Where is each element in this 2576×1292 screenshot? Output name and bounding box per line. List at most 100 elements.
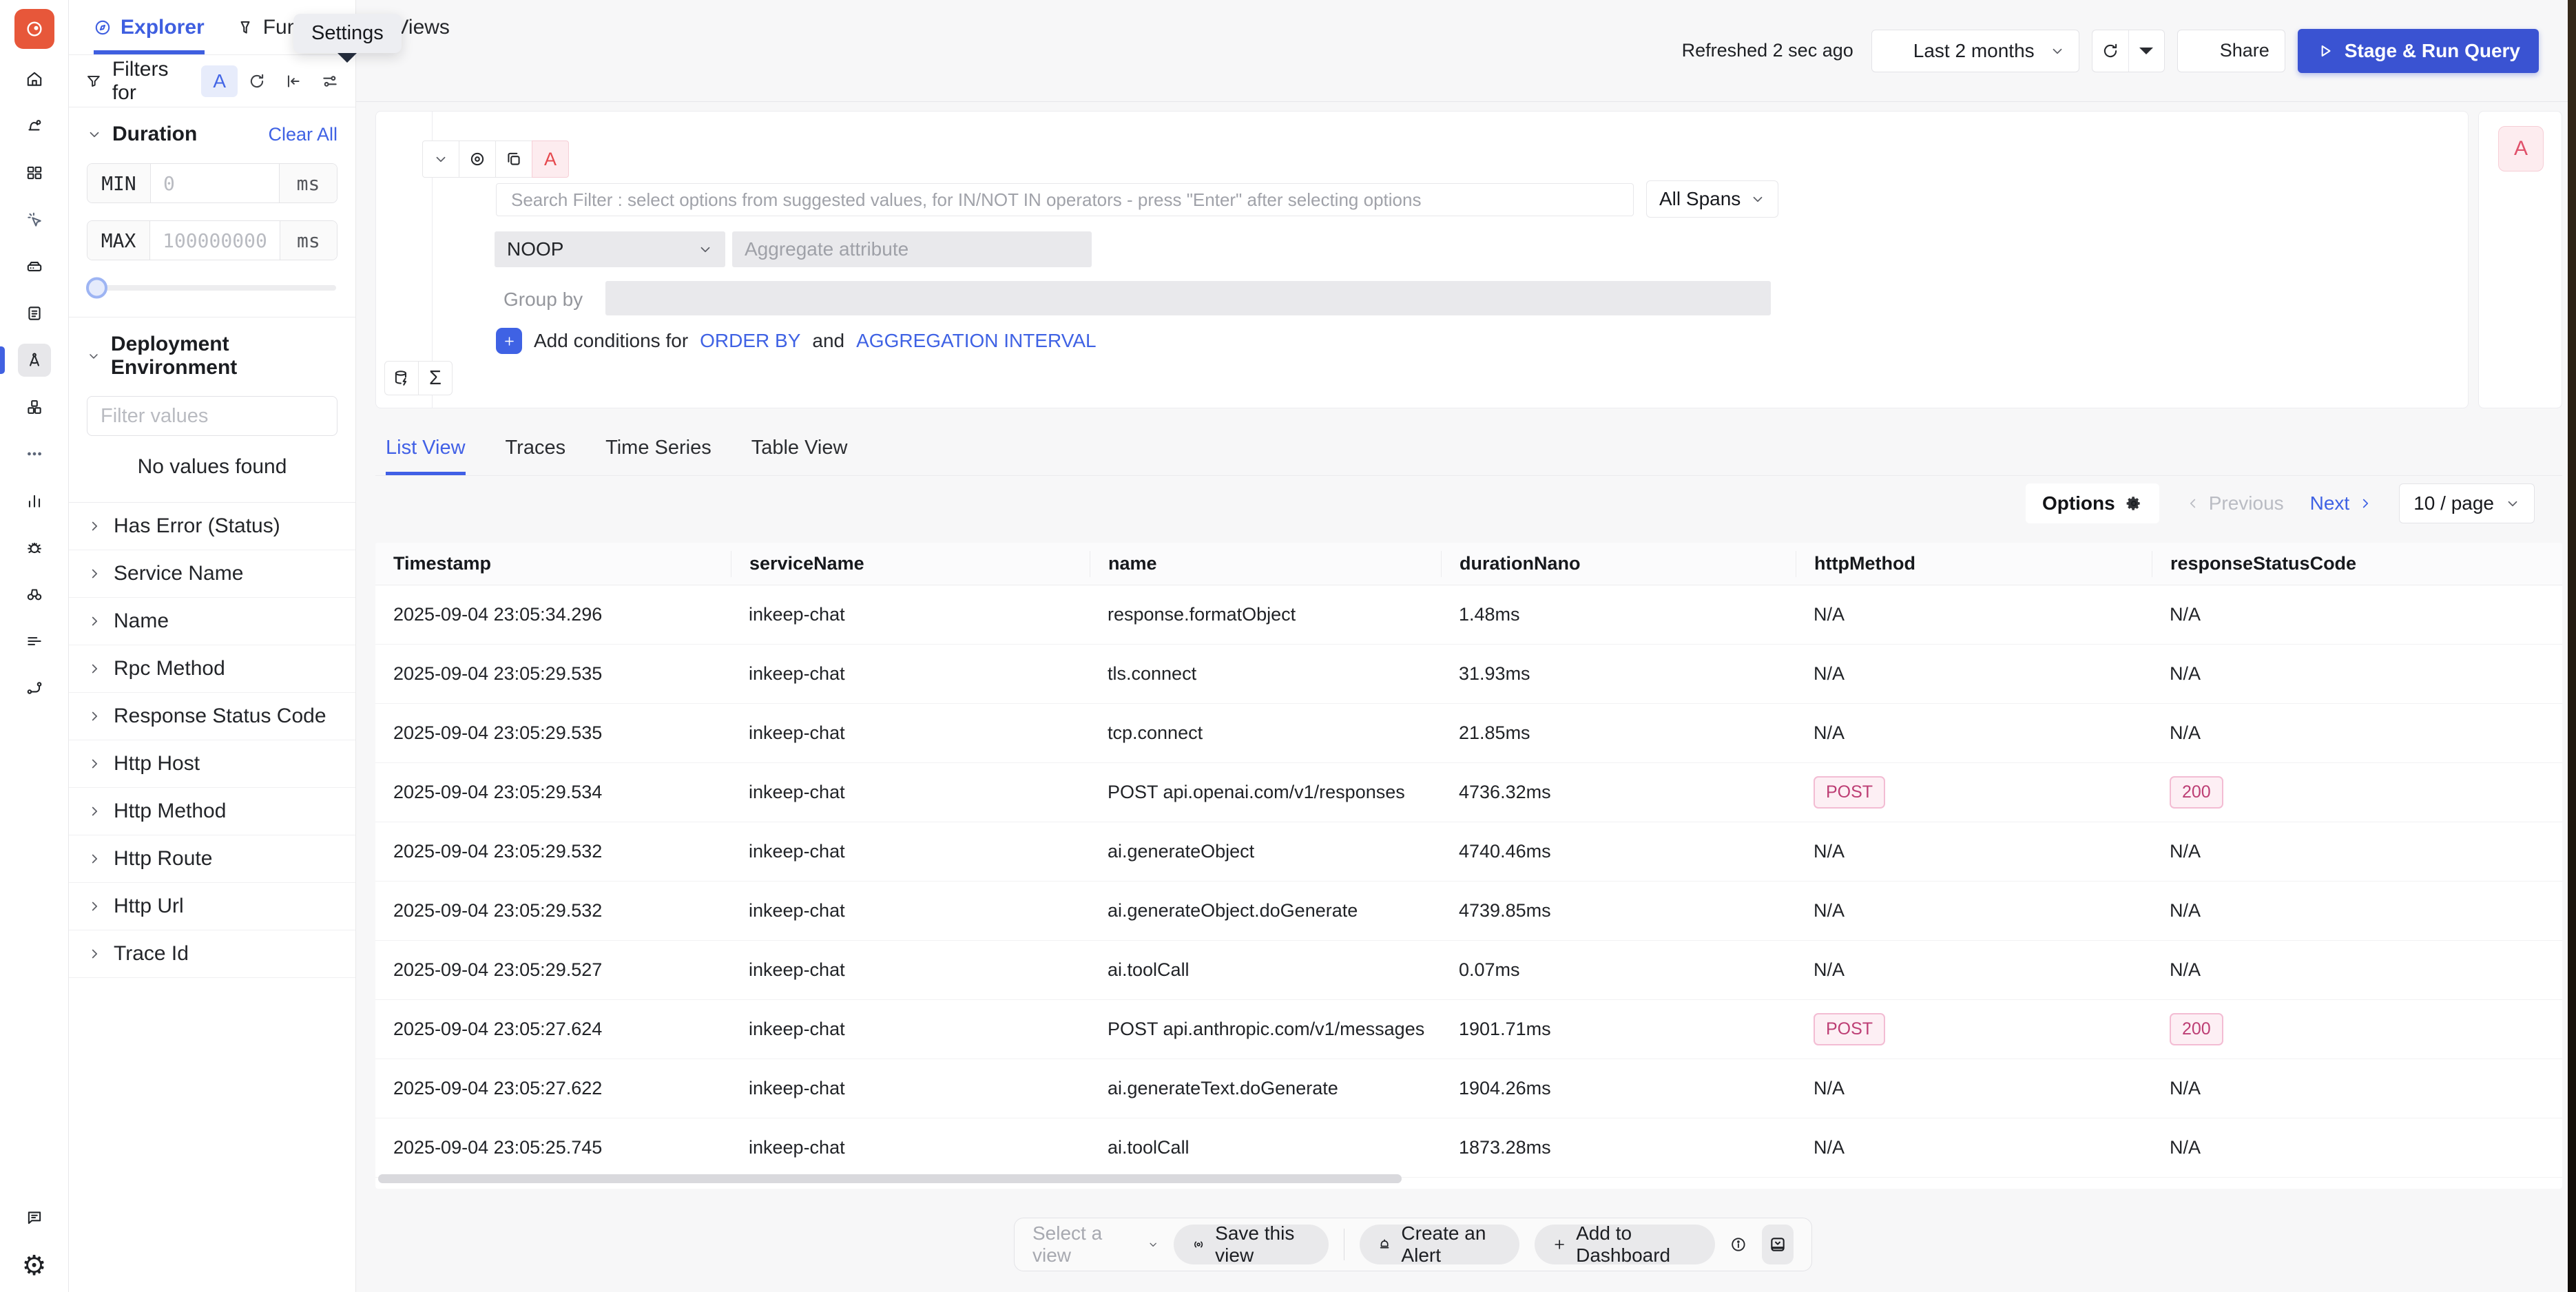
select-view-dropdown[interactable]: Select a view (1032, 1222, 1159, 1267)
filter-section-row[interactable]: Http Method (69, 788, 355, 835)
table-row[interactable]: 2025-09-04 23:05:29.535 inkeep-chat tcp.… (375, 704, 2562, 763)
time-range-select[interactable]: Last 2 months (1871, 30, 2079, 72)
table-row[interactable]: 2025-09-04 23:05:27.624 inkeep-chat POST… (375, 1000, 2562, 1059)
formula-sigma-button[interactable]: Σ (418, 361, 453, 395)
create-alert-button[interactable]: Create an Alert (1360, 1225, 1519, 1264)
min-value[interactable]: 0 (151, 164, 279, 202)
signoz-logo[interactable] (14, 9, 54, 49)
filter-section-row[interactable]: Http Url (69, 883, 355, 930)
cell-timestamp: 2025-09-04 23:05:29.535 (375, 722, 731, 744)
logs-scroll-icon[interactable] (18, 297, 51, 330)
alerts-bell-icon[interactable] (18, 110, 51, 143)
traces-compass-icon[interactable] (18, 344, 51, 377)
col-service-name[interactable]: serviceName (731, 551, 1090, 577)
table-row[interactable]: 2025-09-04 23:05:27.622 inkeep-chat ai.g… (375, 1059, 2562, 1118)
refresh-button[interactable] (2092, 30, 2128, 72)
tab-traces[interactable]: Traces (506, 424, 566, 475)
slider-handle[interactable] (86, 278, 107, 299)
dashboards-grid-icon[interactable] (18, 156, 51, 189)
table-row[interactable]: 2025-09-04 23:05:29.527 inkeep-chat ai.t… (375, 941, 2562, 1000)
refresh-icon[interactable] (248, 72, 266, 90)
more-ellipsis-icon[interactable] (18, 437, 51, 470)
table-row[interactable]: 2025-09-04 23:05:29.532 inkeep-chat ai.g… (375, 822, 2562, 882)
spans-scope-select[interactable]: All Spans (1646, 180, 1778, 218)
deployment-filter-input[interactable]: Filter values (87, 396, 337, 436)
pipelines-list-icon[interactable] (18, 625, 51, 658)
group-by-label: Group by (503, 289, 583, 311)
settings-gear-icon[interactable]: ⚙ (18, 1249, 51, 1282)
collapse-query-button[interactable] (422, 140, 459, 178)
tab-list-view[interactable]: List View (386, 424, 466, 475)
col-response-status[interactable]: responseStatusCode (2152, 551, 2562, 577)
table-row[interactable]: 2025-09-04 23:05:29.535 inkeep-chat tls.… (375, 645, 2562, 704)
table-row[interactable]: 2025-09-04 23:05:25.745 inkeep-chat ai.t… (375, 1118, 2562, 1178)
table-row[interactable]: 2025-09-04 23:05:34.296 inkeep-chat resp… (375, 585, 2562, 645)
duration-min-input[interactable]: MIN 0 ms (87, 163, 337, 203)
col-timestamp[interactable]: Timestamp (375, 551, 731, 577)
col-http-method[interactable]: httpMethod (1796, 551, 2152, 577)
filter-section-row[interactable]: Http Host (69, 740, 355, 788)
services-click-icon[interactable] (18, 203, 51, 236)
refresh-options-caret[interactable] (2128, 30, 2164, 72)
dock-bottom-button[interactable] (1762, 1225, 1794, 1264)
copy-query-button[interactable] (495, 140, 532, 178)
metrics-chart-icon[interactable] (18, 484, 51, 517)
page-size-select[interactable]: 10 / page (2399, 483, 2535, 523)
col-duration[interactable]: durationNano (1441, 551, 1796, 577)
filter-section-row[interactable]: Service Name (69, 550, 355, 598)
min-unit: ms (279, 164, 337, 202)
filter-section-row[interactable]: Name (69, 598, 355, 645)
exceptions-bug-icon[interactable] (18, 531, 51, 564)
search-filter-input[interactable]: Search Filter : select options from sugg… (496, 183, 1634, 216)
stage-run-query-button[interactable]: Stage & Run Query (2298, 29, 2539, 73)
aggregation-interval-link[interactable]: AGGREGATION INTERVAL (856, 330, 1097, 352)
binoculars-icon[interactable] (18, 578, 51, 611)
filter-section-row[interactable]: Response Status Code (69, 693, 355, 740)
integrations-route-icon[interactable] (18, 671, 51, 705)
toggle-visibility-button[interactable] (459, 140, 496, 178)
filter-section-row[interactable]: Http Route (69, 835, 355, 883)
chevron-down-icon[interactable] (87, 127, 102, 142)
filter-section-label: Rpc Method (114, 657, 225, 680)
query-builder-button[interactable] (384, 361, 419, 395)
home-icon[interactable] (18, 63, 51, 96)
filters-channel-badge[interactable]: A (201, 65, 238, 97)
filter-section-row[interactable]: Has Error (Status) (69, 503, 355, 550)
cell-service-name: inkeep-chat (731, 604, 1090, 625)
funnel-cone-icon (236, 19, 254, 37)
chevron-down-icon (2050, 43, 2065, 59)
options-button[interactable]: Options (2026, 483, 2159, 523)
table-row[interactable]: 2025-09-04 23:05:29.534 inkeep-chat POST… (375, 763, 2562, 822)
group-by-input[interactable] (605, 281, 1771, 315)
col-name[interactable]: name (1090, 551, 1441, 577)
aggregate-attribute-input[interactable]: Aggregate attribute (732, 231, 1092, 267)
next-page-button[interactable]: Next (2310, 492, 2374, 514)
tab-time-series[interactable]: Time Series (605, 424, 711, 475)
save-view-button[interactable]: Save this view (1174, 1225, 1329, 1264)
feedback-chat-icon[interactable] (18, 1201, 51, 1234)
share-button[interactable]: Share (2177, 30, 2285, 72)
add-to-dashboard-button[interactable]: Add to Dashboard (1535, 1225, 1715, 1264)
filter-section-row[interactable]: Trace Id (69, 930, 355, 978)
tab-table-view[interactable]: Table View (751, 424, 848, 475)
aggregate-op-select[interactable]: NOOP (495, 231, 725, 267)
query-channel-badge[interactable]: A (2498, 126, 2544, 171)
messaging-cubes-icon[interactable] (18, 390, 51, 424)
add-condition-button[interactable] (496, 328, 522, 354)
horizontal-scrollbar[interactable] (378, 1174, 1402, 1183)
order-by-link[interactable]: ORDER BY (700, 330, 800, 352)
filter-section-row[interactable]: Rpc Method (69, 645, 355, 693)
duration-slider[interactable] (88, 285, 336, 291)
sliders-icon[interactable] (321, 72, 339, 90)
duration-max-input[interactable]: MAX 100000000 ms (87, 220, 337, 260)
table-row[interactable]: 2025-09-04 23:05:29.532 inkeep-chat ai.g… (375, 882, 2562, 941)
clear-all-link[interactable]: Clear All (268, 124, 337, 145)
info-icon[interactable] (1730, 1234, 1747, 1255)
infrastructure-server-icon[interactable] (18, 250, 51, 283)
collapse-left-icon[interactable] (284, 72, 302, 90)
max-value[interactable]: 100000000 (150, 221, 280, 260)
query-letter-badge[interactable]: A (532, 140, 569, 178)
chevron-down-icon[interactable] (87, 348, 101, 364)
previous-page-button[interactable]: Previous (2185, 492, 2284, 514)
tab-explorer[interactable]: Explorer (94, 0, 205, 54)
